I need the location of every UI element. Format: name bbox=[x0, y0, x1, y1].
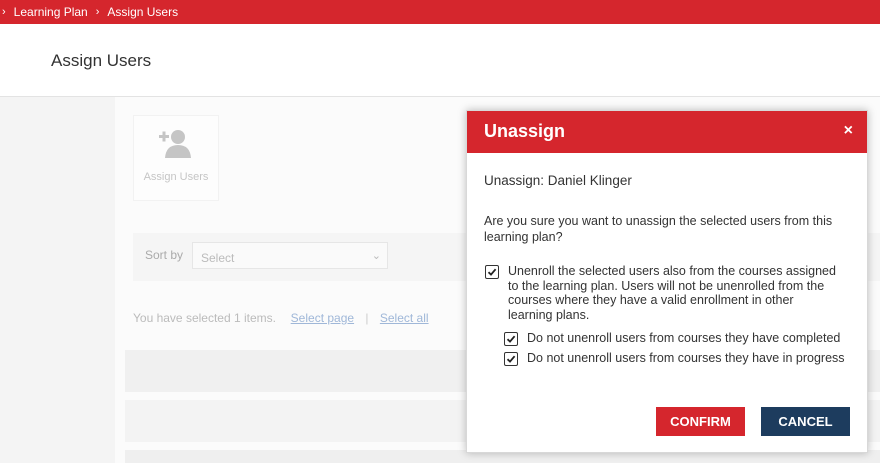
sort-label: Sort by bbox=[145, 248, 184, 262]
unenroll-option[interactable]: Unenroll the selected users also from th… bbox=[485, 264, 841, 322]
sort-select-value: Select bbox=[201, 251, 235, 265]
chevron-right-icon: › bbox=[95, 6, 100, 18]
close-icon[interactable]: × bbox=[844, 122, 853, 140]
sort-select[interactable]: Select ⌄ bbox=[192, 242, 388, 269]
keep-completed-label: Do not unenroll users from courses they … bbox=[527, 331, 841, 345]
keep-in-progress-checkbox[interactable] bbox=[504, 352, 518, 366]
add-user-icon bbox=[159, 128, 193, 163]
unenroll-option-label: Unenroll the selected users also from th… bbox=[508, 264, 836, 322]
assign-users-tile[interactable]: Assign Users bbox=[133, 115, 219, 201]
checkmark-icon bbox=[487, 268, 497, 276]
checkmark-icon bbox=[506, 355, 516, 363]
keep-completed-checkbox[interactable] bbox=[504, 332, 518, 346]
confirm-question: Are you sure you want to unassign the se… bbox=[484, 214, 833, 244]
selection-count-text: You have selected 1 items. bbox=[133, 311, 276, 325]
keep-in-progress-option[interactable]: Do not unenroll users from courses they … bbox=[504, 351, 845, 366]
divider: | bbox=[365, 311, 369, 325]
keep-in-progress-label: Do not unenroll users from courses they … bbox=[527, 351, 845, 365]
assign-users-label: Assign Users bbox=[143, 171, 209, 183]
breadcrumb: › Learning Plan › Assign Users bbox=[0, 0, 880, 24]
keep-completed-option[interactable]: Do not unenroll users from courses they … bbox=[504, 331, 840, 346]
select-page-link[interactable]: Select page bbox=[291, 311, 354, 325]
confirm-button[interactable]: CONFIRM bbox=[656, 407, 745, 436]
page-header: Assign Users bbox=[0, 24, 880, 97]
breadcrumb-assign-users: Assign Users bbox=[107, 5, 179, 19]
unenroll-checkbox[interactable] bbox=[485, 265, 499, 279]
cancel-button[interactable]: CANCEL bbox=[761, 407, 850, 436]
selection-info: You have selected 1 items. Select page |… bbox=[133, 311, 429, 325]
unassign-dialog: Unassign × Unassign: Daniel Klinger Are … bbox=[466, 110, 868, 453]
page-title: Assign Users bbox=[51, 51, 152, 70]
dialog-title: Unassign bbox=[484, 121, 566, 141]
chevron-down-icon: ⌄ bbox=[371, 250, 381, 262]
select-all-link[interactable]: Select all bbox=[380, 311, 429, 325]
chevron-right-icon: › bbox=[2, 6, 6, 18]
dialog-header: Unassign × bbox=[467, 111, 867, 153]
checkmark-icon bbox=[506, 335, 516, 343]
unassign-user-line: Unassign: Daniel Klinger bbox=[484, 173, 632, 188]
breadcrumb-learning-plan[interactable]: Learning Plan bbox=[14, 5, 88, 19]
